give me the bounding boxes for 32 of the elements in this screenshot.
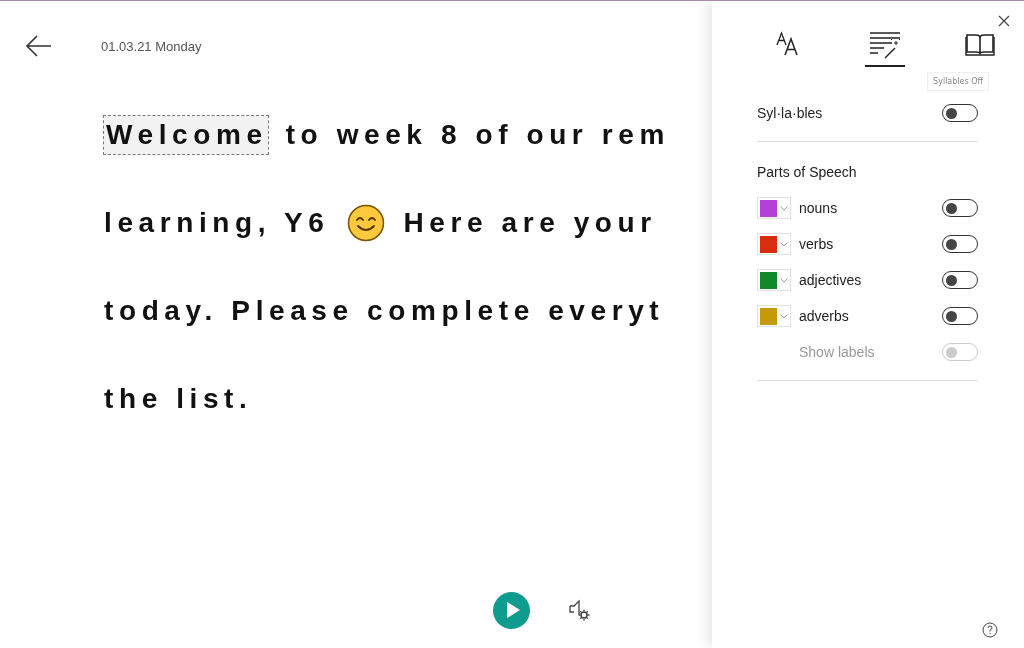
part-of-speech-label: adjectives xyxy=(799,272,863,288)
tooltip: Syllables Off xyxy=(927,71,989,91)
part-of-speech-toggle[interactable] xyxy=(942,271,978,289)
reading-text: the list. xyxy=(104,383,253,415)
help-icon[interactable] xyxy=(982,622,998,638)
color-picker[interactable] xyxy=(757,305,791,327)
reading-text: today. Please complete everyt xyxy=(104,295,665,327)
play-icon[interactable] xyxy=(505,601,521,619)
syllables-label: Syl·la·bles xyxy=(757,105,823,121)
color-picker[interactable] xyxy=(757,269,791,291)
show-labels-label: Show labels xyxy=(799,344,876,360)
reading-text: to week 8 of our rem xyxy=(285,119,670,151)
smiley-icon xyxy=(347,204,386,242)
reading-text: learning, Y6 xyxy=(104,207,330,239)
grammar-tab[interactable] xyxy=(864,31,905,67)
reading-text: Here are your xyxy=(403,207,657,239)
syllables-toggle[interactable] xyxy=(942,104,978,122)
part-of-speech-label: adverbs xyxy=(799,308,850,324)
play-button[interactable] xyxy=(493,591,530,629)
date-label: 01.03.21 Monday xyxy=(101,38,202,54)
part-of-speech-label: verbs xyxy=(799,236,835,252)
voice-settings-button[interactable] xyxy=(568,599,590,621)
back-button[interactable] xyxy=(25,34,53,58)
part-of-speech-toggle[interactable] xyxy=(942,307,978,325)
close-button[interactable] xyxy=(998,15,1010,27)
section-heading: Parts of Speech xyxy=(757,164,858,180)
part-of-speech-label: nouns xyxy=(799,200,839,216)
part-of-speech-toggle[interactable] xyxy=(942,199,978,217)
focused-word[interactable]: Welcome xyxy=(104,116,268,154)
color-picker[interactable] xyxy=(757,197,791,219)
color-picker[interactable] xyxy=(757,233,791,255)
part-of-speech-toggle[interactable] xyxy=(942,235,978,253)
